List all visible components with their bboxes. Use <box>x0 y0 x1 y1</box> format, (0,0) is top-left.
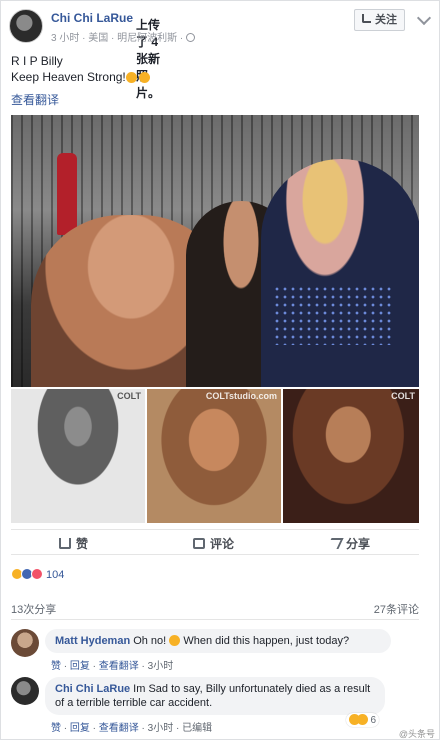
shares-count[interactable]: 13次分享 <box>11 601 56 617</box>
divider <box>11 619 419 620</box>
comment-reply-link[interactable]: 回复 <box>70 661 90 672</box>
post-header: Chi Chi LaRue上传了 4 张新照片。 3 小时 · 美国 · 明尼阿… <box>9 9 433 100</box>
comment-text-a: Oh no! <box>133 635 167 647</box>
post-text-line2: Keep Heaven Strong! <box>11 69 150 85</box>
main-photo[interactable] <box>11 115 419 387</box>
comment-reactions[interactable]: 6 <box>345 713 379 727</box>
comment-label: 评论 <box>210 537 235 551</box>
comment-button[interactable]: 评论 <box>193 535 234 552</box>
comment-edited: 已编辑 <box>182 723 213 734</box>
post-text-line1: R I P Billy <box>11 54 63 68</box>
photo-thumbnail-1[interactable]: COLT <box>11 389 145 523</box>
commenter-avatar[interactable] <box>11 629 39 657</box>
photo-watermark-2: COLTstudio.com <box>205 391 277 401</box>
share-button[interactable]: 分享 <box>326 535 371 552</box>
comment-bubble: Matt Hydeman Oh no! When did this happen,… <box>45 629 391 653</box>
sad-emoji-icon <box>125 72 137 83</box>
comment-text-b: When did this happen, just today? <box>183 635 350 647</box>
post-author-line: Chi Chi LaRue上传了 4 张新照片。 <box>51 11 160 100</box>
comment-links: 赞 · 回复 · 查看翻译 · 3小时 · 已编辑 <box>51 723 213 734</box>
post-actions-bar: 赞 评论 分享 <box>11 529 419 555</box>
sad-emoji-icon <box>169 635 181 646</box>
follow-button[interactable]: 关注 <box>354 9 405 31</box>
post-meta-text: 3 小时 · 美国 · 明尼阿波利斯 · <box>51 33 184 44</box>
author-name[interactable]: Chi Chi LaRue <box>51 11 133 25</box>
comment-translate-link[interactable]: 查看翻译 <box>99 723 139 734</box>
photo-watermark-3: COLT <box>391 391 415 401</box>
comment-reaction-count: 6 <box>370 715 376 726</box>
globe-icon <box>186 33 196 42</box>
comment-time: 3小时 <box>147 661 174 672</box>
reactions-count: 104 <box>46 569 65 581</box>
thumbs-up-icon <box>59 538 71 549</box>
comment-bubble: Chi Chi LaRue Im Sad to say, Billy unfort… <box>45 677 385 715</box>
love-reaction-icon <box>31 568 43 580</box>
crying-reaction-icon <box>356 714 368 725</box>
post-text-line2-text: Keep Heaven Strong! <box>11 70 126 84</box>
comment-translate-link[interactable]: 查看翻译 <box>99 661 139 672</box>
photo-watermark-1: COLT <box>117 391 141 401</box>
comment-reply-link[interactable]: 回复 <box>70 723 90 734</box>
comment-icon <box>193 538 205 549</box>
crying-emoji-icon <box>138 72 150 83</box>
commenter-avatar[interactable] <box>11 677 39 705</box>
like-label: 赞 <box>76 537 89 551</box>
commenter-name[interactable]: Chi Chi LaRue <box>55 683 130 695</box>
post-text: R I P Billy Keep Heaven Strong! <box>11 53 150 85</box>
post-meta: 3 小时 · 美国 · 明尼阿波利斯 · <box>51 29 196 44</box>
see-translation-link[interactable]: 查看翻译 <box>11 91 59 108</box>
facebook-post-card: Chi Chi LaRue上传了 4 张新照片。 3 小时 · 美国 · 明尼阿… <box>0 0 440 740</box>
author-avatar[interactable] <box>9 9 43 43</box>
share-arrow-icon <box>326 538 344 549</box>
rss-icon <box>362 14 371 23</box>
comment-like-link[interactable]: 赞 <box>51 661 61 672</box>
chevron-down-icon[interactable] <box>416 10 432 26</box>
follow-label: 关注 <box>375 14 397 26</box>
like-button[interactable]: 赞 <box>59 535 88 552</box>
comments-count[interactable]: 27条评论 <box>374 601 419 617</box>
comment-time: 3小时 <box>147 723 174 734</box>
source-watermark: @头条号 <box>398 729 435 739</box>
photo-thumbnail-3[interactable]: COLT <box>283 389 419 523</box>
comment-links: 赞 · 回复 · 查看翻译 · 3小时 <box>51 661 174 672</box>
share-label: 分享 <box>346 537 371 551</box>
fire-extinguisher <box>57 153 77 235</box>
photo-thumbnail-2[interactable]: COLTstudio.com <box>147 389 281 523</box>
commenter-name[interactable]: Matt Hydeman <box>55 635 130 647</box>
comment-like-link[interactable]: 赞 <box>51 723 61 734</box>
reactions-summary[interactable]: 104 <box>11 568 64 581</box>
photo-figure-right <box>261 159 419 387</box>
sequin-dress-pattern <box>273 285 393 345</box>
